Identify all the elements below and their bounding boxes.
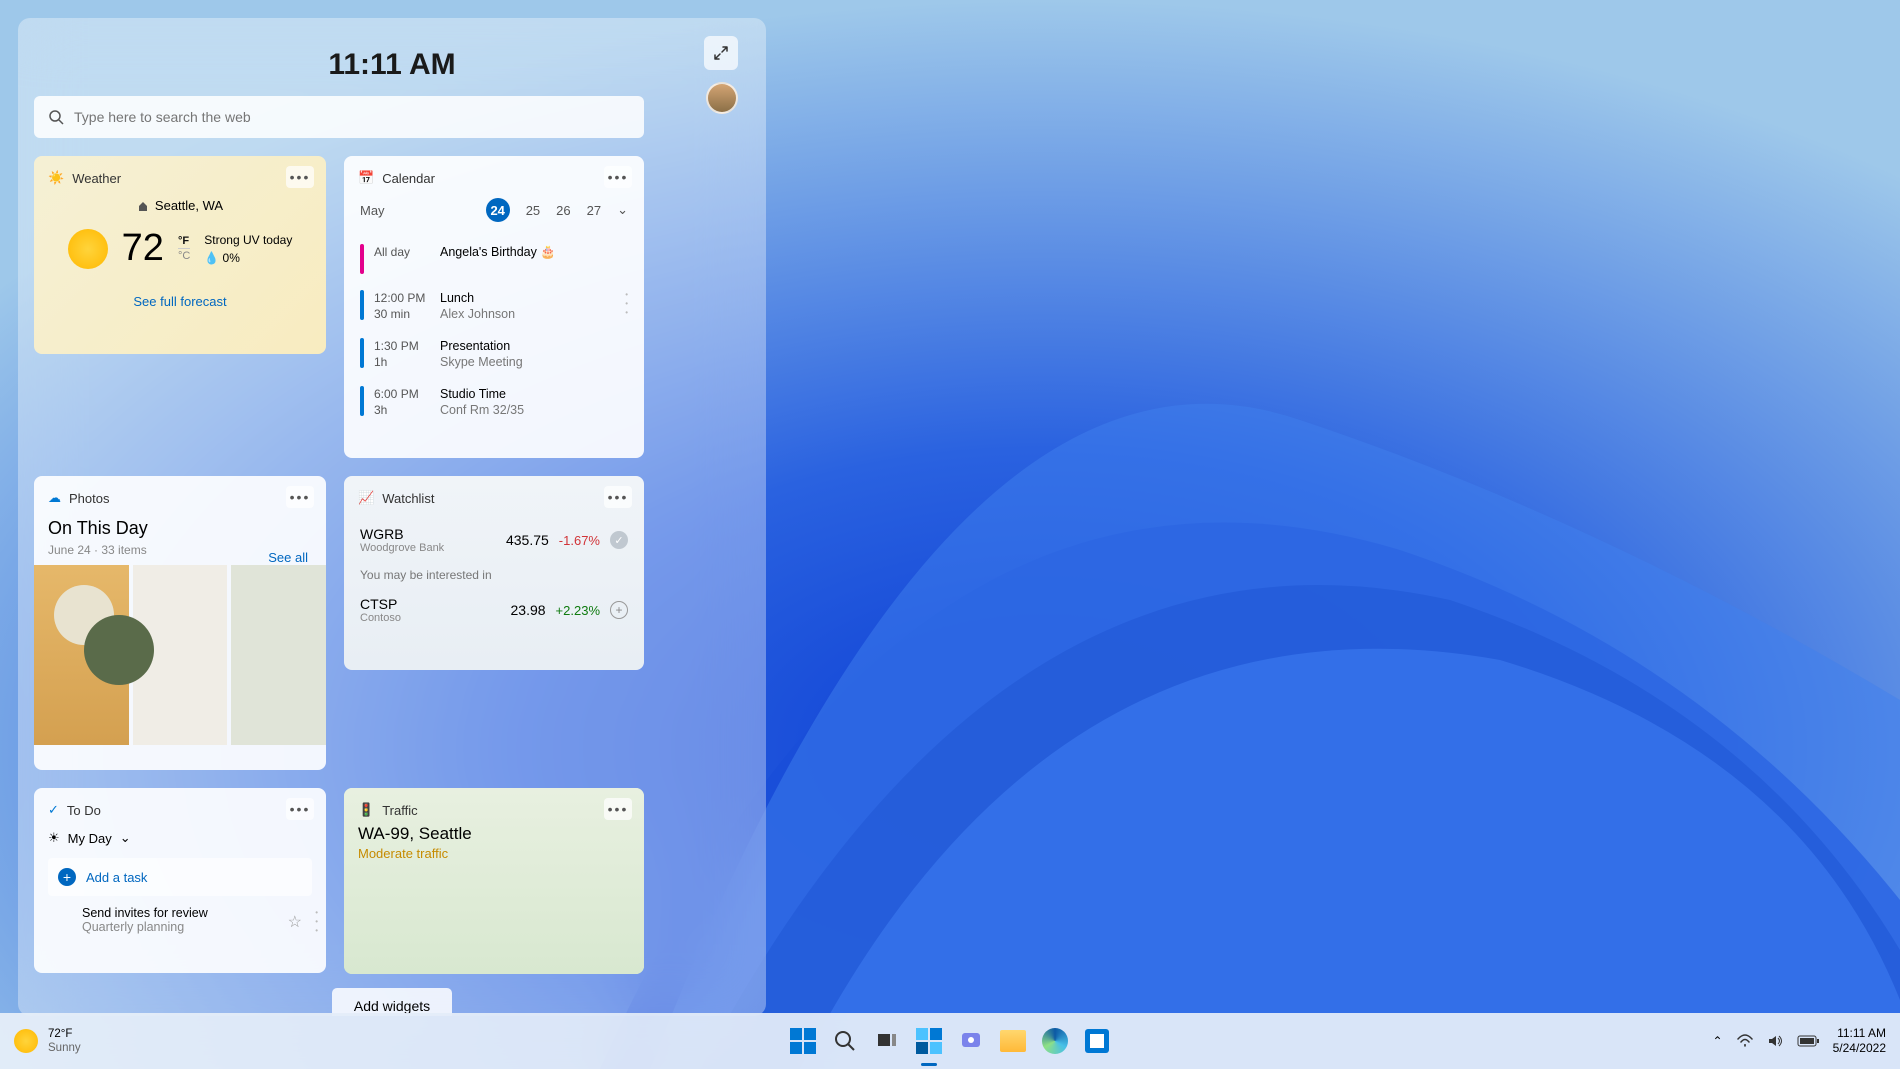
traffic-route: WA-99, Seattle [344,824,644,844]
calendar-icon: 📅 [358,170,374,186]
photo-thumbnails[interactable] [34,565,326,745]
see-all-link[interactable]: See all [268,550,308,565]
chevron-down-icon: ⌄ [120,830,131,846]
forecast-link[interactable]: See full forecast [48,294,312,309]
calendar-widget[interactable]: 📅Calendar ••• May 24 25 26 27 ⌄ All dayA… [344,156,644,458]
myday-dropdown[interactable]: ☀My Day⌄ [48,830,312,846]
chevron-down-icon[interactable]: ⌄ [617,202,628,218]
taskbar: 72°FSunny ⌃ 11:11 AM5/24/2022 [0,1013,1900,1069]
panel-time: 11:11 AM [34,48,750,82]
task-item[interactable]: Send invites for reviewQuarterly plannin… [48,898,312,942]
weather-icon: ☀️ [48,170,64,186]
search-button[interactable] [828,1024,862,1058]
volume-icon[interactable] [1767,1033,1783,1049]
watchlist-icon: 📈 [358,490,374,506]
add-widgets-button[interactable]: Add widgets [332,988,452,1016]
search-icon [48,109,64,125]
todo-icon: ✓ [48,802,59,818]
widgets-panel: 11:11 AM ☀️Weather ••• Seattle, WA 72 °F… [18,18,766,1016]
home-icon [137,200,149,212]
temperature: 72 [122,227,164,270]
widget-more-button[interactable]: ••• [604,166,632,188]
store-button[interactable] [1080,1024,1114,1058]
widget-more-button[interactable]: ••• [286,486,314,508]
taskbar-clock[interactable]: 11:11 AM5/24/2022 [1833,1026,1886,1056]
photos-heading: On This Day [48,518,312,539]
wifi-icon[interactable] [1737,1033,1753,1049]
tray-chevron-icon[interactable]: ⌃ [1713,1034,1723,1048]
expand-button[interactable] [704,36,738,70]
explorer-button[interactable] [996,1024,1030,1058]
weather-widget[interactable]: ☀️Weather ••• Seattle, WA 72 °F°C Strong… [34,156,326,354]
star-icon[interactable]: ☆ [288,912,302,932]
add-icon[interactable]: + [610,601,628,619]
chat-button[interactable] [954,1024,988,1058]
widget-more-button[interactable]: ••• [604,798,632,820]
traffic-status: Moderate traffic [344,844,644,863]
calendar-event[interactable]: 6:00 PM3hStudio TimeConf Rm 32/35 [358,378,630,426]
sun-icon: ☀ [48,830,60,846]
photo-thumb[interactable] [231,565,326,745]
calendar-dates[interactable]: May 24 25 26 27 ⌄ [358,198,630,222]
watchlist-widget[interactable]: 📈Watchlist ••• WGRBWoodgrove Bank 435.75… [344,476,644,670]
edge-button[interactable] [1038,1024,1072,1058]
calendar-event[interactable]: 1:30 PM1hPresentationSkype Meeting [358,330,630,378]
widgets-button[interactable] [912,1024,946,1058]
widget-more-button[interactable]: ••• [286,798,314,820]
traffic-widget[interactable]: 🚦Traffic ••• WA-99, Seattle Moderate tra… [344,788,644,974]
sun-icon [68,229,108,269]
sun-icon [14,1029,38,1053]
widget-more-button[interactable]: ••• [286,166,314,188]
add-task-button[interactable]: +Add a task [48,858,312,896]
photos-icon: ☁ [48,490,61,506]
calendar-event[interactable]: All dayAngela's Birthday 🎂 [358,236,630,282]
check-icon[interactable]: ✓ [610,531,628,549]
search-input[interactable] [74,109,630,125]
stock-row[interactable]: WGRBWoodgrove Bank 435.75 -1.67% ✓ [358,518,630,562]
battery-icon[interactable] [1797,1034,1819,1048]
taskbar-weather[interactable]: 72°FSunny [0,1027,81,1055]
weather-location: Seattle, WA [48,198,312,213]
widget-more-button[interactable]: ••• [604,486,632,508]
stock-row[interactable]: CTSPContoso 23.98 +2.23% + [358,588,630,632]
calendar-event[interactable]: 12:00 PM30 minLunchAlex Johnson••• [358,282,630,330]
photo-thumb[interactable] [34,565,129,745]
task-view-button[interactable] [870,1024,904,1058]
traffic-icon: 🚦 [358,802,374,818]
start-button[interactable] [786,1024,820,1058]
user-avatar[interactable] [706,82,738,114]
photos-widget[interactable]: ☁Photos ••• On This Day June 24 · 33 ite… [34,476,326,770]
search-bar[interactable] [34,96,644,138]
todo-widget[interactable]: ✓To Do ••• ☀My Day⌄ +Add a task Send inv… [34,788,326,973]
